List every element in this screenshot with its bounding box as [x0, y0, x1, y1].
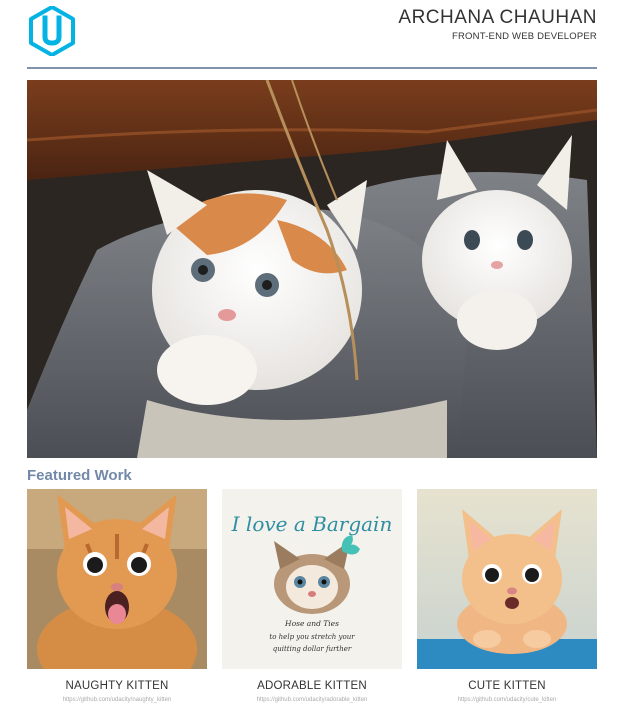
- card-title: ADORABLE KITTEN: [257, 680, 367, 692]
- featured-card-cute-kitten: CUTE KITTEN https://github.com/udacity/c…: [417, 489, 597, 703]
- developer-role: FRONT-END WEB DEVELOPER: [451, 31, 597, 42]
- poster-line-1: Hose and Ties: [284, 619, 339, 628]
- hero-image: [27, 80, 597, 458]
- card-link[interactable]: https://github.com/udacity/naughty_kitte…: [27, 697, 207, 703]
- card-link[interactable]: https://github.com/udacity/cute_kitten: [417, 697, 597, 703]
- udacity-logo-icon[interactable]: [27, 6, 77, 56]
- developer-name: ARCHANA CHAUHAN: [398, 7, 597, 28]
- card-link[interactable]: https://github.com/udacity/adorable_kitt…: [222, 697, 402, 703]
- kittens-in-shoes-photo: [27, 80, 597, 458]
- naughty-kitten-photo: [27, 489, 207, 669]
- site-header: ARCHANA CHAUHAN FRONT-END WEB DEVELOPER: [27, 0, 597, 68]
- featured-card-adorable-kitten: I love a Bargain Hose and Ties to help y…: [222, 489, 402, 703]
- vintage-kitten-poster: I love a Bargain Hose and Ties to help y…: [222, 489, 402, 669]
- featured-work-heading: Featured Work: [27, 467, 132, 484]
- poster-headline: I love a Bargain: [231, 512, 393, 536]
- card-title: NAUGHTY KITTEN: [65, 680, 169, 692]
- naughty-kitten-thumbnail[interactable]: [27, 489, 207, 669]
- header-divider: [27, 67, 597, 69]
- featured-card-naughty-kitten: NAUGHTY KITTEN https://github.com/udacit…: [27, 489, 207, 703]
- poster-line-3: quitting dollar further: [273, 645, 352, 653]
- poster-line-2: to help you stretch your: [269, 633, 355, 641]
- card-title: CUTE KITTEN: [468, 680, 546, 692]
- cute-kitten-thumbnail[interactable]: [417, 489, 597, 669]
- cute-kitten-photo: [417, 489, 597, 669]
- adorable-kitten-thumbnail[interactable]: I love a Bargain Hose and Ties to help y…: [222, 489, 402, 669]
